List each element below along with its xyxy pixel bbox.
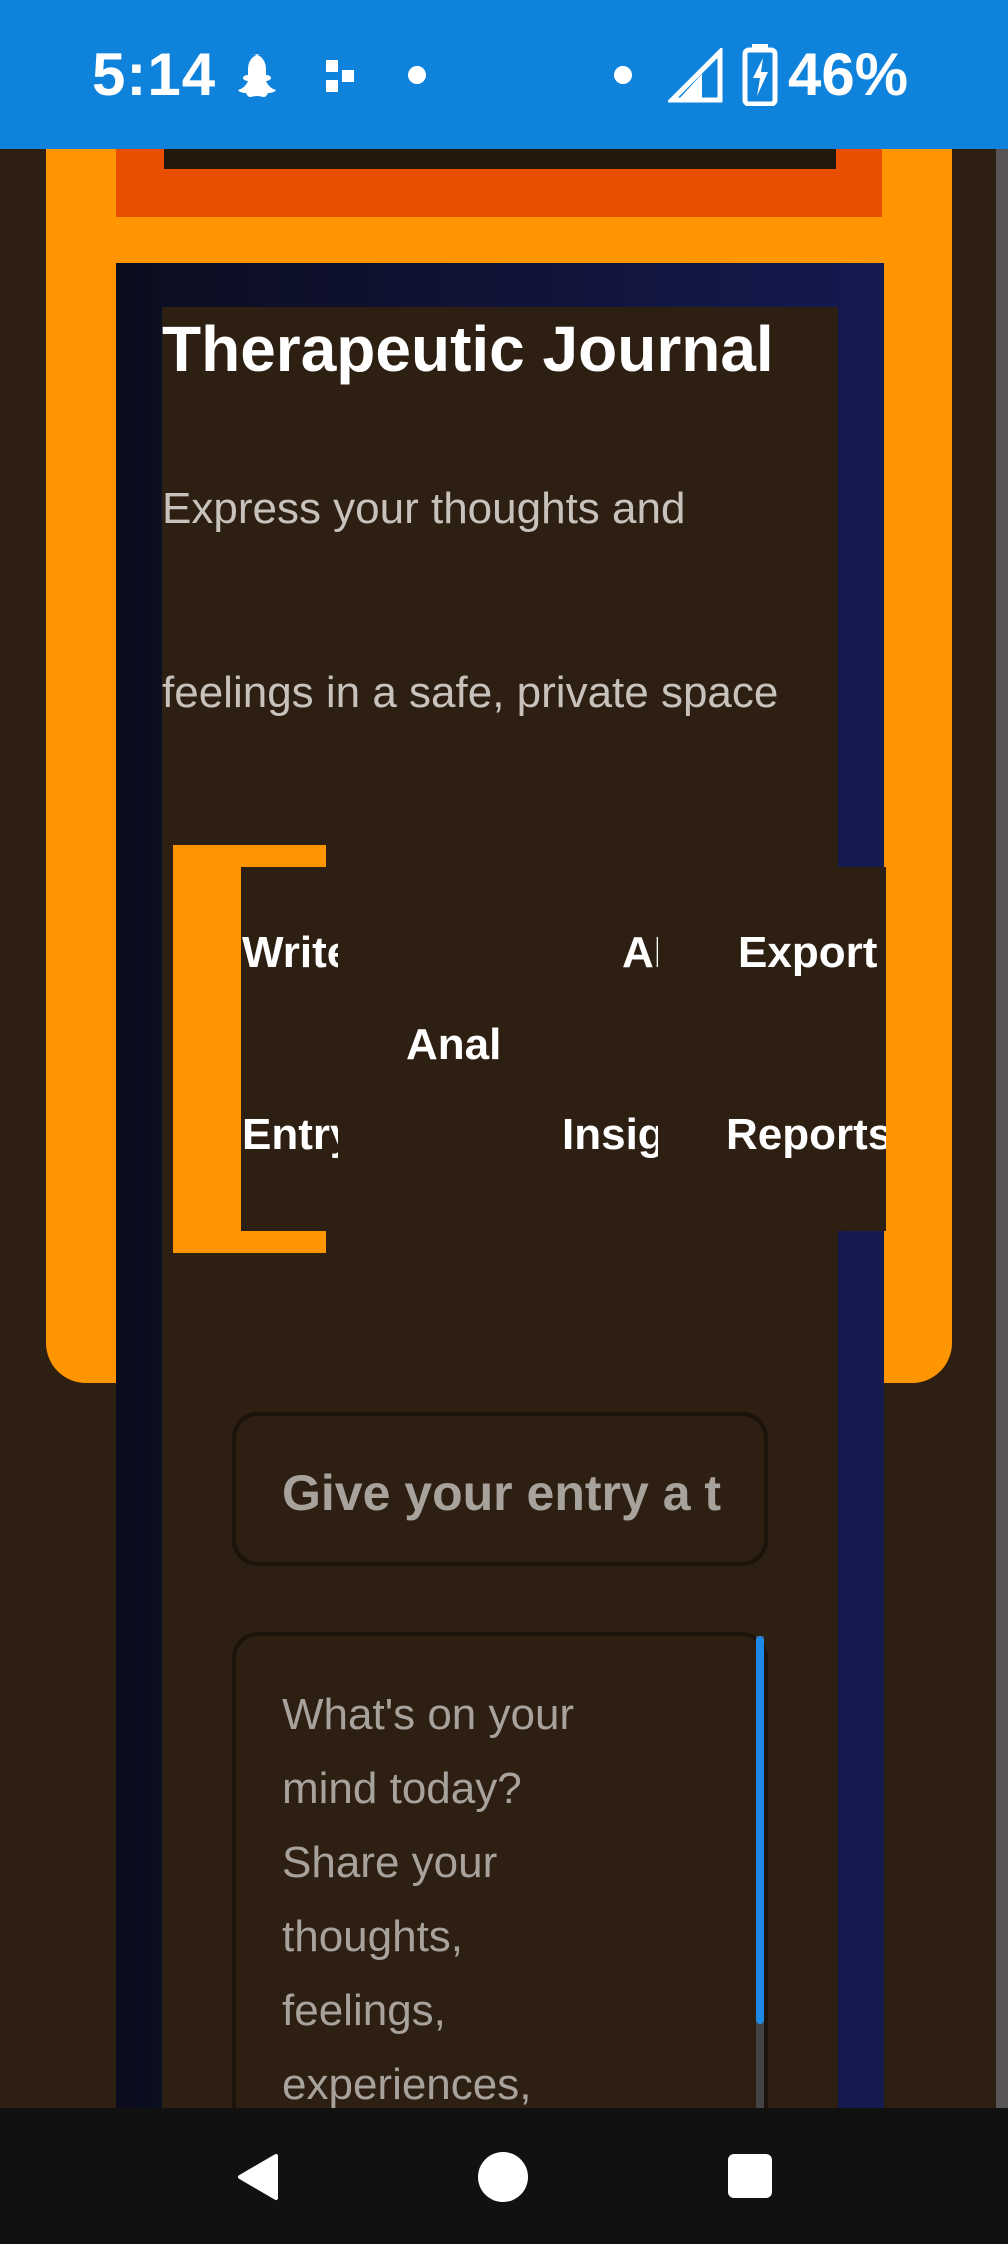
- entry-title-placeholder: Give your entry a title: [282, 1465, 722, 1521]
- textarea-scroll-thumb[interactable]: [756, 1636, 764, 2024]
- tab-write-entry[interactable]: [241, 867, 326, 1231]
- subtitle-line-2: feelings in a safe, private space: [162, 668, 779, 717]
- navigation-bar: [0, 2108, 1008, 2244]
- tab-ai-insights-label[interactable]: AI: [622, 928, 658, 978]
- tab-analytics-label[interactable]: Anal: [406, 1020, 502, 1070]
- app-notification-icon: [326, 60, 354, 92]
- subtitle-line-1: Express your thoughts and: [162, 484, 686, 533]
- dot-icon: [408, 66, 426, 84]
- back-icon[interactable]: [234, 2152, 280, 2202]
- tab-ai-insights-label-2[interactable]: Insig: [562, 1110, 658, 1160]
- recents-icon[interactable]: [728, 2154, 772, 2198]
- page-scrollbar[interactable]: [996, 149, 1008, 2108]
- page-title: Therapeutic Journal: [162, 313, 774, 385]
- dot-icon: [614, 66, 632, 84]
- signal-icon: [668, 48, 723, 103]
- entry-content-placeholder: What's on your mind today? Share your th…: [282, 1690, 575, 2109]
- tab-export-reports-label[interactable]: Export: [738, 928, 884, 978]
- status-bar: 5:14 46%: [0, 0, 1008, 149]
- status-time: 5:14: [92, 41, 217, 108]
- tab-write-entry-label-2[interactable]: Entry: [242, 1110, 338, 1160]
- entry-title-input[interactable]: Give your entry a title: [232, 1412, 768, 1566]
- battery-percent: 46%: [788, 41, 909, 108]
- home-icon[interactable]: [478, 2152, 528, 2202]
- battery-charging-icon: [742, 44, 778, 106]
- tab-export-reports-label-2[interactable]: Reports: [726, 1110, 886, 1160]
- previous-section-inner: [164, 149, 836, 169]
- entry-content-textarea[interactable]: What's on your mind today? Share your th…: [232, 1632, 768, 2132]
- tab-write-entry-label[interactable]: Write: [242, 928, 338, 978]
- snapchat-ghost-icon: [238, 54, 276, 97]
